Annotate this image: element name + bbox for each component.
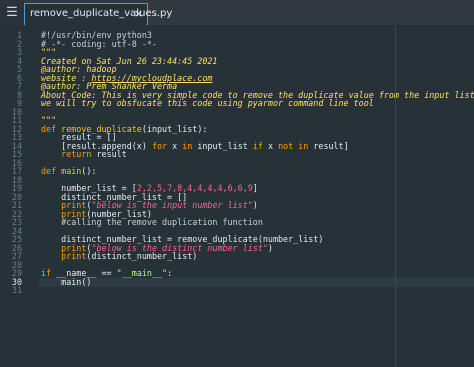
code-token: ) (267, 242, 273, 253)
code-token: (): (81, 166, 97, 176)
code-token: ) (252, 200, 258, 210)
code-token: input_list (192, 140, 253, 151)
code-token: result] (308, 140, 349, 151)
code-token: x (262, 140, 279, 151)
code-token: result (91, 149, 127, 159)
code-token: print (61, 251, 87, 261)
code-line: #calling the remove duplication function (41, 218, 263, 227)
code-token: x (167, 140, 183, 151)
code-token: return (61, 149, 92, 159)
code-editor[interactable]: #!/usr/bin/env python3 # -*- coding: utf-… (39, 25, 474, 367)
code-token: def (41, 166, 62, 176)
tab-file[interactable]: remove_duplicate_values.py × (24, 3, 172, 25)
code-token: not in (278, 140, 309, 151)
close-icon[interactable]: × (134, 7, 143, 20)
code-token: we will try to obsfucate this code using… (41, 98, 374, 108)
code-token: ] (252, 183, 258, 193)
code-token: "__main__" (116, 268, 168, 278)
code-token: if (252, 140, 263, 151)
code-token: in (182, 140, 193, 151)
code-line: # -*- coding: utf-8 -*- (41, 38, 157, 49)
code-token: main (61, 166, 82, 176)
code-line: def main(): (41, 167, 96, 176)
sidebar-toggle-icon[interactable]: ☰ (0, 0, 24, 25)
code-token: #calling the remove duplication function (41, 217, 263, 227)
code-token: : (167, 268, 173, 278)
code-line: main() (41, 276, 92, 287)
code-line: we will try to obsfucate this code using… (41, 99, 374, 108)
tab-filename: remove_duplicate_values.py (30, 8, 173, 19)
tab-bar: ☰ remove_duplicate_values.py × (0, 0, 474, 25)
code-token: (input_list): (141, 123, 208, 134)
line-number: 31 (11, 285, 22, 295)
code-token: (distinct_number_list) (86, 251, 198, 261)
line-length-ruler (395, 25, 396, 367)
code-token: main() (41, 276, 92, 287)
code-line: print(distinct_number_list) (41, 252, 197, 261)
code-token: for (151, 140, 168, 151)
line-number-gutter: 1 2 3 4 5 6 7 8 9 10 11 12 13 14 15 16 17 18 19 20 21 22 23 24 2… (0, 25, 39, 367)
code-line: return result (41, 150, 127, 159)
code-token: # -*- coding: utf-8 -*- (41, 38, 157, 49)
